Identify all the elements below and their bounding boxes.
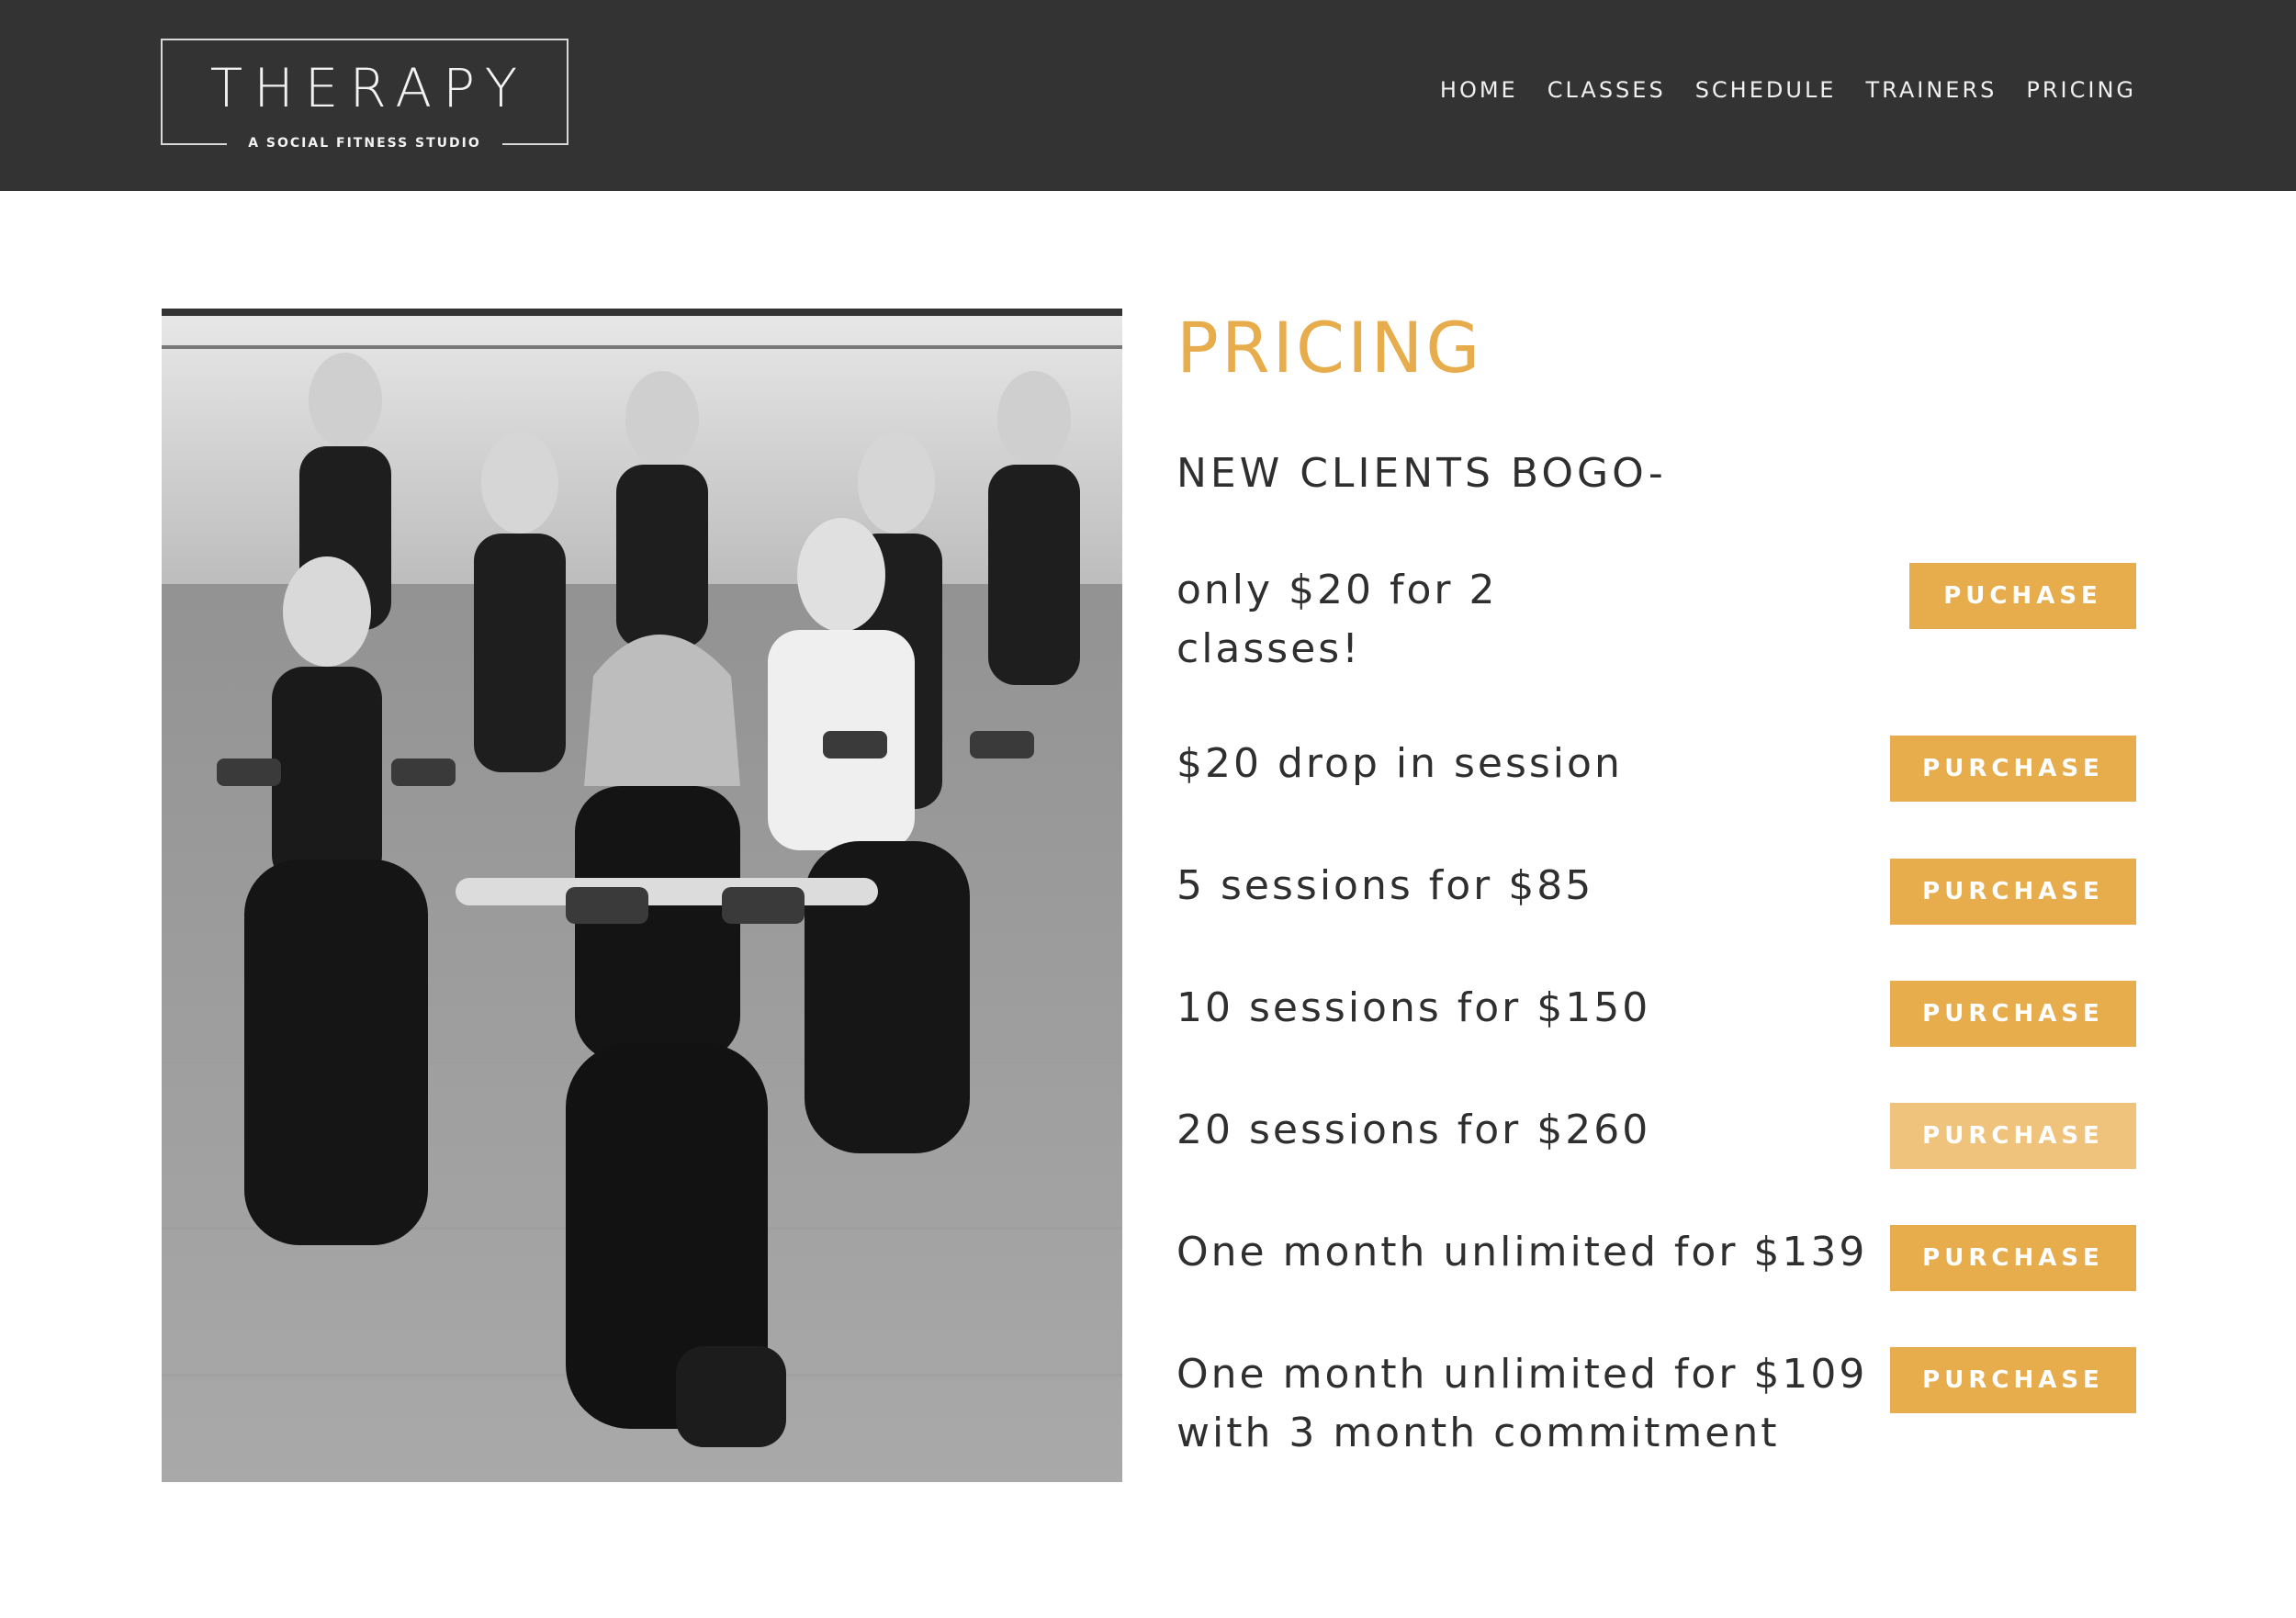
main-nav: HOME CLASSES SCHEDULE TRAINERS PRICING <box>1440 75 2136 105</box>
purchase-button-20-sessions[interactable]: PURCHASE <box>1890 1103 2136 1169</box>
nav-home[interactable]: HOME <box>1440 75 1518 105</box>
photo-illustration <box>162 309 1122 1482</box>
purchase-button-10-sessions[interactable]: PURCHASE <box>1890 981 2136 1047</box>
pricing-item-text: classes! <box>1176 625 1361 672</box>
nav-schedule[interactable]: SCHEDULE <box>1695 75 1837 105</box>
purchase-button-5-sessions[interactable]: PURCHASE <box>1890 859 2136 925</box>
pricing-item-text: 5 sessions for $85 <box>1176 862 1594 909</box>
pricing-item-text: 10 sessions for $150 <box>1176 984 1651 1031</box>
logo-title: THERAPY <box>209 57 529 119</box>
pricing-item-text: One month unlimited for $139 <box>1176 1229 1868 1275</box>
fitness-class-photo <box>162 309 1122 1482</box>
pricing-item-month-commitment: One month unlimited for $109 with 3 mont… <box>1176 1345 1867 1463</box>
pricing-item-text: $20 drop in session <box>1176 740 1623 787</box>
pricing-item-bogo: only $20 for 2 classes! <box>1176 561 1498 679</box>
nav-classes[interactable]: CLASSES <box>1548 75 1666 105</box>
pricing-item-text: only $20 for 2 <box>1176 567 1498 613</box>
pricing-item-text: with 3 month commitment <box>1176 1410 1780 1456</box>
pricing-item-20-sessions: 20 sessions for $260 <box>1176 1101 1650 1160</box>
pricing-item-drop-in: $20 drop in session <box>1176 735 1623 793</box>
pricing-item-text: One month unlimited for $109 <box>1176 1351 1868 1398</box>
purchase-button-bogo[interactable]: PUCHASE <box>1909 563 2136 629</box>
logo-subtitle: A SOCIAL FITNESS STUDIO <box>227 132 502 154</box>
purchase-button-month-unlimited[interactable]: PURCHASE <box>1890 1225 2136 1291</box>
pricing-item-month-unlimited: One month unlimited for $139 <box>1176 1223 1867 1282</box>
nav-trainers[interactable]: TRAINERS <box>1865 75 1997 105</box>
pricing-item-10-sessions: 10 sessions for $150 <box>1176 979 1650 1038</box>
site-logo[interactable]: THERAPY A SOCIAL FITNESS STUDIO <box>161 39 568 154</box>
purchase-button-drop-in[interactable]: PURCHASE <box>1890 736 2136 802</box>
page-title: PRICING <box>1176 307 1483 388</box>
promo-heading: NEW CLIENTS BOGO- <box>1176 450 1667 497</box>
site-header: THERAPY A SOCIAL FITNESS STUDIO HOME CLA… <box>0 0 2296 191</box>
pricing-item-text: 20 sessions for $260 <box>1176 1107 1651 1153</box>
pricing-item-5-sessions: 5 sessions for $85 <box>1176 857 1593 916</box>
nav-pricing[interactable]: PRICING <box>2026 75 2136 105</box>
purchase-button-month-commitment[interactable]: PURCHASE <box>1890 1347 2136 1413</box>
